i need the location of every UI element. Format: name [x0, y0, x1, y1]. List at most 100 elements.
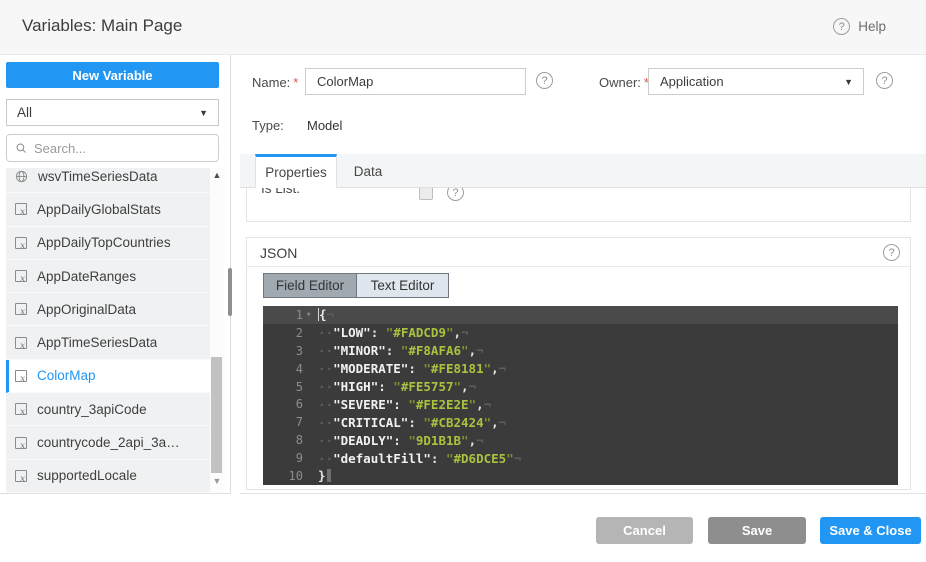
- code-text: ··"LOW": "#FADCD9",¬: [318, 325, 469, 340]
- name-help-icon[interactable]: ?: [536, 72, 553, 89]
- sidebar-item-label: countrycode_2api_3a…: [37, 435, 180, 450]
- required-marker: *: [293, 75, 298, 90]
- code-text: ··"SEVERE": "#FE2E2E",¬: [318, 397, 491, 412]
- json-section-header: JSON ?: [247, 238, 910, 267]
- help-label: Help: [858, 19, 886, 34]
- sidebar-item-label: AppDailyTopCountries: [37, 235, 171, 250]
- line-number: 8: [263, 433, 303, 447]
- sidebar-item-AppDateRanges[interactable]: AppDateRanges: [6, 260, 210, 293]
- dialog-header: Variables: Main Page ? Help: [0, 0, 926, 55]
- code-text: ··"DEADLY": "9D1B1B",¬: [318, 433, 484, 448]
- new-variable-button[interactable]: New Variable: [6, 62, 219, 88]
- variable-icon: [15, 203, 27, 215]
- text-editor-button[interactable]: Text Editor: [356, 274, 448, 297]
- code-line-9[interactable]: 9··"defaultFill": "#D6DCE5"¬: [263, 449, 898, 467]
- line-number: 10: [263, 469, 303, 483]
- sidebar-item-countrycode_2api_3a[interactable]: countrycode_2api_3a…: [6, 426, 210, 459]
- line-number: 2: [263, 326, 303, 340]
- tab-properties-label: Properties: [265, 165, 327, 180]
- sidebar-item-label: AppTimeSeriesData: [37, 335, 157, 350]
- panel-scrollbar-thumb[interactable]: [228, 268, 232, 316]
- json-section: JSON ? Field Editor Text Editor 1▾{¬ 2 ··"…: [246, 237, 911, 490]
- code-line-4[interactable]: 4 ··"MODERATE": "#FE8181",¬: [263, 360, 898, 378]
- sidebar-item-label: wsvTimeSeriesData: [38, 169, 158, 184]
- code-line-6[interactable]: 6··"SEVERE": "#FE2E2E",¬: [263, 395, 898, 413]
- filter-selected-value: All: [17, 105, 32, 120]
- sidebar-item-AppDailyGlobalStats[interactable]: AppDailyGlobalStats: [6, 193, 210, 226]
- code-line-5[interactable]: 5 ··"HIGH": "#FE5757",¬: [263, 378, 898, 396]
- line-number: 9: [263, 451, 303, 465]
- code-editor[interactable]: 1▾{¬ 2 ··"LOW": "#FADCD9",¬ 3··"MINOR": "#F…: [263, 306, 898, 485]
- name-input[interactable]: [305, 68, 526, 95]
- page-title: Variables: Main Page: [22, 16, 182, 36]
- variable-icon: [15, 437, 27, 449]
- scroll-up-arrow-icon[interactable]: ▲: [210, 170, 224, 180]
- tab-data-label: Data: [354, 164, 383, 179]
- sidebar-item-label: country_3apiCode: [37, 402, 147, 417]
- sidebar-item-label: ColorMap: [37, 368, 96, 383]
- line-number: 5: [263, 380, 303, 394]
- sidebar-item-AppTimeSeriesData[interactable]: AppTimeSeriesData: [6, 326, 210, 359]
- json-help-icon[interactable]: ?: [883, 244, 900, 261]
- sidebar-item-ColorMap[interactable]: ColorMap: [6, 360, 210, 393]
- variable-icon: [15, 303, 27, 315]
- save-button[interactable]: Save: [708, 517, 806, 544]
- code-text: ··"HIGH": "#FE5757",¬: [318, 379, 476, 394]
- variable-search-box[interactable]: [6, 134, 219, 162]
- code-text: ··"MINOR": "#F8AFA6",¬: [318, 343, 484, 358]
- is-list-help-icon[interactable]: ?: [447, 188, 464, 201]
- chevron-down-icon: ▼: [199, 108, 208, 118]
- globe-icon: [15, 170, 28, 183]
- search-input[interactable]: [34, 141, 210, 156]
- sidebar-item-country_3apiCode[interactable]: country_3apiCode: [6, 393, 210, 426]
- code-text: {¬: [318, 307, 334, 322]
- owner-selected-value: Application: [660, 74, 724, 89]
- save-and-close-button[interactable]: Save & Close: [820, 517, 921, 544]
- sidebar-item-AppDailyTopCountries[interactable]: AppDailyTopCountries: [6, 227, 210, 260]
- scrollbar-thumb[interactable]: [211, 357, 222, 473]
- help-button[interactable]: ? Help: [833, 18, 886, 35]
- code-line-1[interactable]: 1▾{¬: [263, 306, 898, 324]
- sidebar-item-supportedLocale[interactable]: supportedLocale: [6, 460, 210, 493]
- line-number: 4: [263, 362, 303, 376]
- variable-icon: [15, 237, 27, 249]
- owner-select[interactable]: Application ▼: [648, 68, 864, 95]
- code-line-8[interactable]: 8 ··"DEADLY": "9D1B1B",¬: [263, 431, 898, 449]
- editor-mode-toggle: Field Editor Text Editor: [263, 273, 449, 298]
- sidebar-item-label: AppOriginalData: [37, 302, 136, 317]
- fold-arrow-icon[interactable]: ▾: [303, 310, 318, 320]
- code-line-10[interactable]: 10}: [263, 467, 898, 485]
- variable-icon: [15, 370, 27, 382]
- variable-icon: [15, 470, 27, 482]
- scroll-down-arrow-icon[interactable]: ▼: [210, 476, 224, 486]
- type-value: Model: [307, 118, 342, 133]
- owner-help-icon[interactable]: ?: [876, 72, 893, 89]
- variable-icon: [15, 403, 27, 415]
- owner-label-text: Owner:: [599, 75, 641, 90]
- owner-label: Owner:*: [599, 75, 649, 90]
- sidebar-item-AppOriginalData[interactable]: AppOriginalData: [6, 293, 210, 326]
- code-line-3[interactable]: 3··"MINOR": "#F8AFA6",¬: [263, 342, 898, 360]
- field-editor-button[interactable]: Field Editor: [264, 274, 356, 297]
- cancel-button[interactable]: Cancel: [596, 517, 693, 544]
- is-list-checkbox[interactable]: [419, 188, 433, 200]
- name-label: Name:*: [252, 75, 298, 90]
- code-line-2[interactable]: 2 ··"LOW": "#FADCD9",¬: [263, 324, 898, 342]
- code-text: ··"CRITICAL": "#CB2424",¬: [318, 415, 506, 430]
- code-text: ··"MODERATE": "#FE8181",¬: [318, 361, 506, 376]
- json-section-title: JSON: [260, 245, 297, 261]
- sidebar-item-label: supportedLocale: [37, 468, 137, 483]
- variable-type-filter-select[interactable]: All ▼: [6, 99, 219, 126]
- sidebar-item-label: AppDailyGlobalStats: [37, 202, 161, 217]
- tab-properties[interactable]: Properties: [255, 154, 337, 188]
- sidebar-item-label: AppDateRanges: [37, 269, 136, 284]
- help-question-icon: ?: [833, 18, 850, 35]
- variable-list: wsvTimeSeriesData AppDailyGlobalStats AppD…: [6, 168, 210, 493]
- line-number: 7: [263, 415, 303, 429]
- tab-data[interactable]: Data: [337, 154, 399, 188]
- code-text: }: [318, 468, 331, 483]
- new-variable-label: New Variable: [72, 68, 152, 83]
- is-list-label: Is List:: [261, 188, 300, 196]
- sidebar-item-wsvTimeSeriesData[interactable]: wsvTimeSeriesData: [6, 168, 210, 193]
- code-line-7[interactable]: 7 ··"CRITICAL": "#CB2424",¬: [263, 413, 898, 431]
